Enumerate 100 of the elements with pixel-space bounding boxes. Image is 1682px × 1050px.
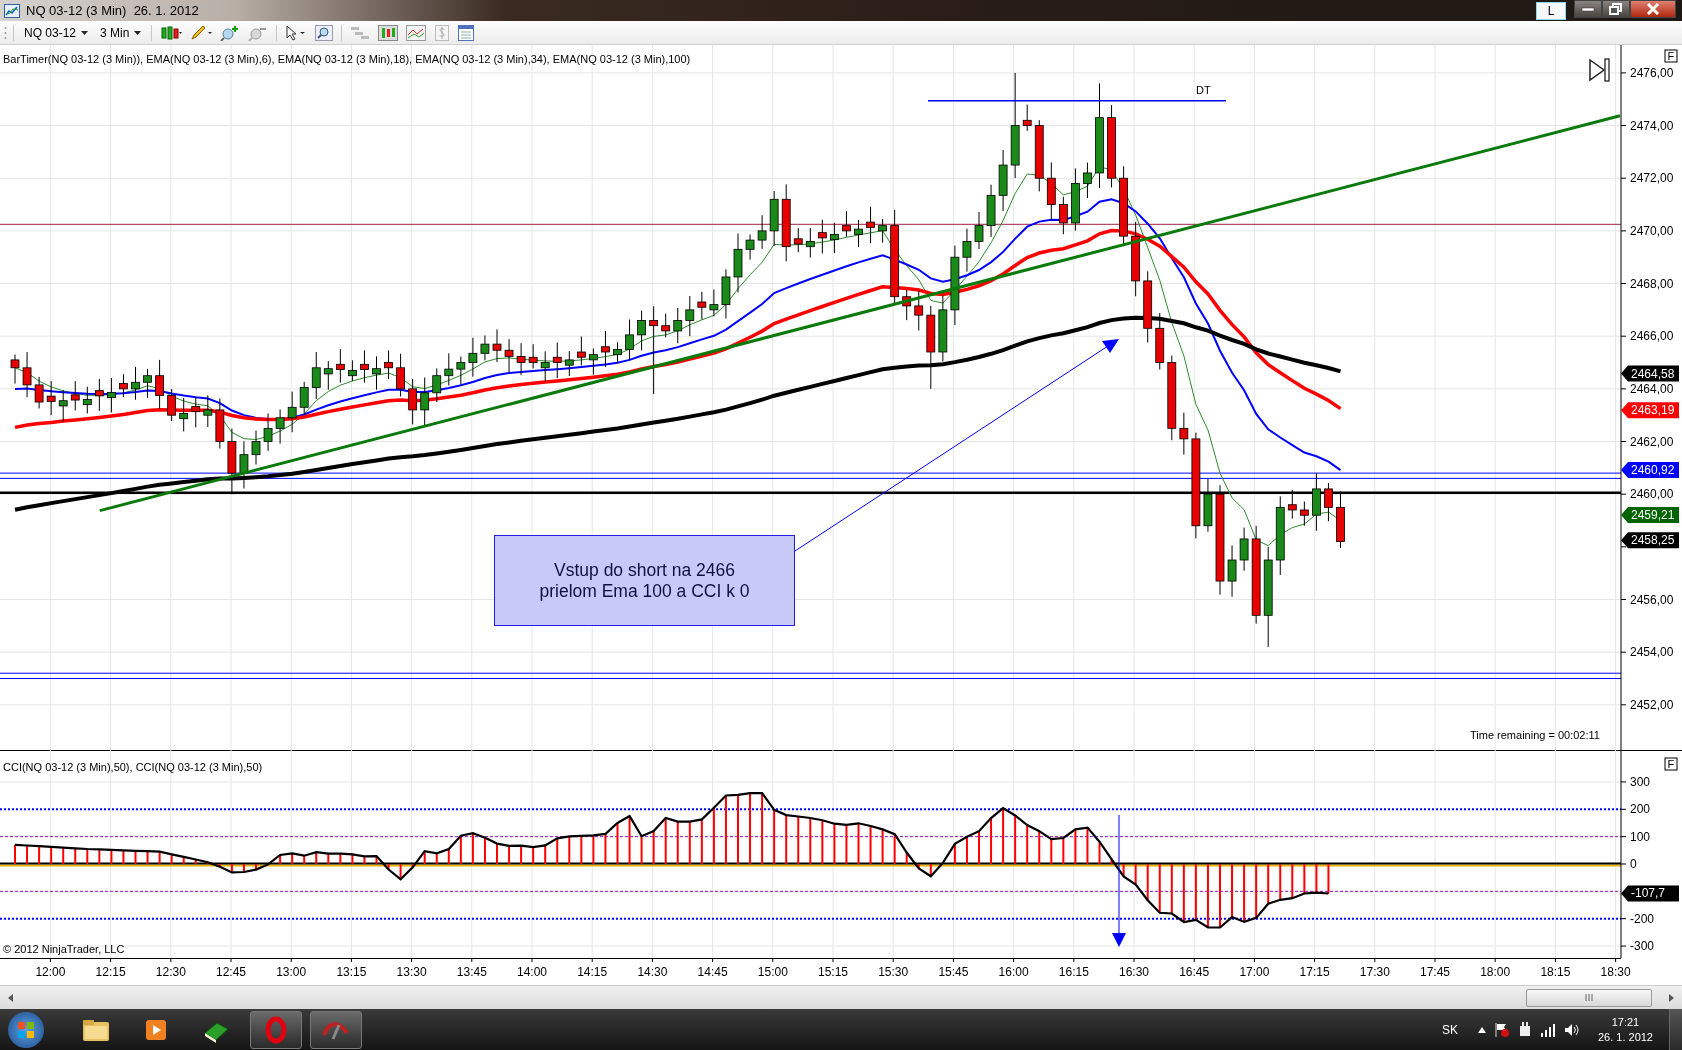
chart-app-icon[interactable] [310, 1010, 362, 1049]
line-label: DT [1196, 84, 1211, 96]
price-label: 2460,00 [1630, 487, 1674, 502]
candlestick [1071, 167, 1080, 232]
candlestick [492, 328, 502, 363]
scrollbar-thumb[interactable] [1526, 988, 1652, 1007]
candlestick [1324, 482, 1333, 522]
interval-dropdown[interactable]: 3 Min [96, 25, 146, 40]
candlestick [468, 337, 478, 378]
signal-bars-icon[interactable] [1539, 1022, 1556, 1037]
candlestick [1312, 472, 1321, 532]
search-icon[interactable] [313, 24, 336, 41]
price-label: 2474,00 [1630, 118, 1674, 133]
candlestick [805, 227, 815, 259]
speaker-icon[interactable] [1563, 1022, 1580, 1037]
candlestick [34, 376, 44, 409]
close-button[interactable] [1630, 0, 1676, 18]
candlestick [601, 330, 610, 368]
restore-button[interactable] [1602, 0, 1630, 18]
cci-scale-label: 0 [1630, 857, 1637, 871]
candlestick-icon[interactable] [158, 24, 185, 41]
start-button[interactable] [8, 1011, 44, 1048]
price-label: 2452,00 [1630, 697, 1674, 712]
minimize-button[interactable] [1574, 0, 1602, 18]
price-tag-value: 2458,25 [1631, 533, 1675, 548]
language-button[interactable]: L [1536, 1, 1566, 20]
instrument-dropdown[interactable]: NQ 03-12 [20, 25, 93, 40]
time-label: 13:00 [276, 965, 307, 979]
candlestick [974, 211, 984, 250]
candlestick [215, 398, 225, 450]
price-label: 2456,00 [1630, 592, 1674, 607]
scroll-right-icon[interactable] [1666, 992, 1676, 1003]
candlestick [70, 380, 80, 411]
close-icon [1646, 3, 1660, 15]
caret-icon [81, 30, 89, 35]
price-label: 2472,00 [1630, 171, 1674, 186]
candlestick [335, 348, 345, 384]
scroll-left-icon[interactable] [6, 992, 16, 1003]
candlestick [444, 352, 454, 387]
candlestick [251, 430, 261, 465]
candlestick [360, 349, 369, 384]
candlestick [1227, 544, 1237, 598]
candlestick [962, 228, 972, 273]
pencil-icon[interactable] [188, 24, 215, 41]
candlestick [131, 366, 140, 401]
candlestick [709, 289, 719, 317]
candlestick [348, 359, 357, 382]
candlestick [721, 268, 731, 319]
candlestick [94, 378, 104, 412]
indicators-icon[interactable] [376, 24, 401, 41]
candlestick [1336, 491, 1345, 549]
time-label: 13:45 [456, 965, 487, 979]
candlestick [866, 206, 875, 244]
time-label: 17:00 [1239, 965, 1270, 979]
candlestick [745, 234, 755, 261]
power-plug-icon[interactable] [1517, 1021, 1532, 1038]
flag-icon[interactable] [1493, 1021, 1510, 1038]
up-caret-icon[interactable] [1477, 1026, 1486, 1033]
clock-date[interactable]: 26. 1. 2012 [1597, 1029, 1653, 1045]
horizontal-scrollbar[interactable] [0, 985, 1682, 1009]
ring-icon[interactable] [250, 1010, 302, 1049]
time-label: 15:45 [938, 965, 969, 979]
time-label: 12:30 [155, 965, 186, 979]
annotation-text-box: Vstup do short na 2466 prielom Ema 100 a CCI k 0 [494, 535, 795, 626]
time-label: 16:45 [1179, 965, 1210, 979]
time-label: 13:15 [336, 965, 367, 979]
candlestick [998, 149, 1008, 212]
time-label: 17:15 [1299, 965, 1330, 979]
language-indicator[interactable]: SK [1441, 1022, 1458, 1037]
candlestick [733, 233, 743, 293]
candlestick [299, 381, 309, 416]
candlestick [432, 367, 442, 403]
candlestick [480, 334, 490, 361]
clock-time[interactable]: 17:21 [1611, 1014, 1640, 1030]
time-label: 14:15 [577, 965, 608, 979]
time-remaining-label: Time remaining = 00:02:11 [1470, 729, 1600, 741]
candlestick [793, 227, 803, 253]
candlestick [1299, 501, 1309, 527]
toolbar-grip-icon [4, 25, 7, 40]
price-label: 2476,00 [1630, 65, 1674, 80]
candlestick [275, 408, 285, 445]
time-label: 14:45 [697, 965, 728, 979]
minimize-icon [1581, 6, 1595, 12]
copyright-text: © 2012 NinjaTrader, LLC [3, 943, 125, 955]
candlestick [914, 290, 924, 331]
strategy-chart-icon[interactable] [404, 24, 429, 41]
candlestick [757, 214, 767, 250]
time-label: 17:45 [1420, 965, 1450, 979]
price-label: 2464,00 [1630, 381, 1674, 396]
show-desktop-button[interactable] [1669, 1009, 1682, 1050]
data-table-icon[interactable] [456, 24, 477, 41]
go-to-end-icon[interactable] [1589, 58, 1610, 82]
candlestick [552, 342, 562, 379]
time-label: 13:30 [396, 965, 427, 979]
candlestick [637, 310, 646, 351]
price-label: 2462,00 [1630, 434, 1674, 449]
cci-scale-label: 100 [1630, 829, 1651, 844]
cci-scale-label: 300 [1630, 774, 1651, 789]
candlestick [287, 391, 297, 433]
price-tag-value: 2460,92 [1631, 462, 1675, 477]
